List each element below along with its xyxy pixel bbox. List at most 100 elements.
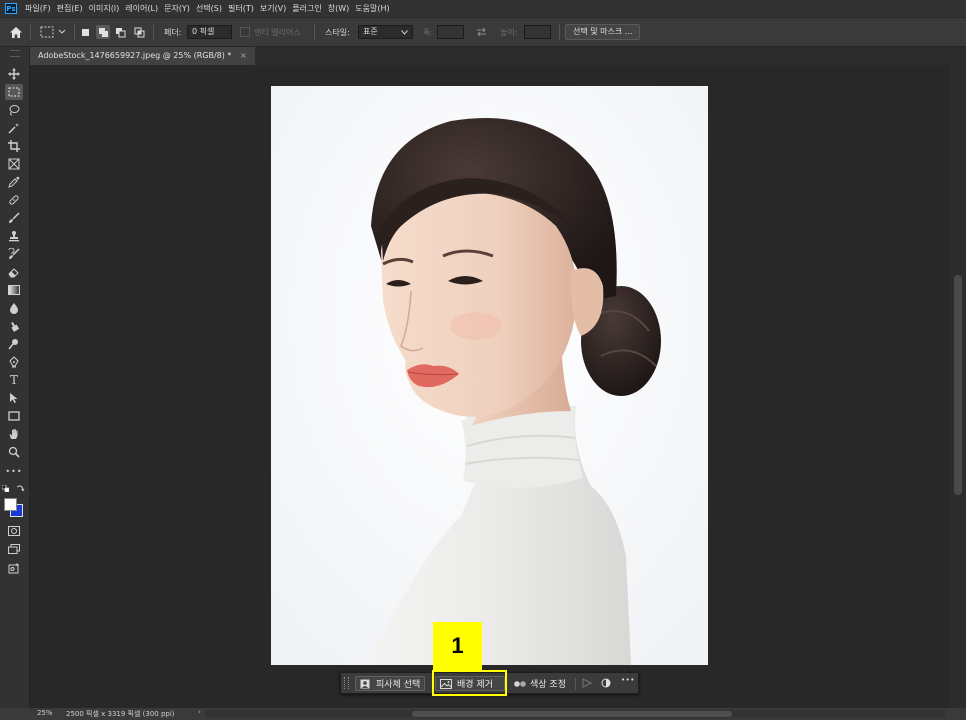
- marquee-preset-picker[interactable]: [40, 18, 68, 46]
- taskbar-drag-handle[interactable]: [344, 677, 349, 689]
- menu-type[interactable]: 문자(Y): [161, 3, 193, 14]
- document-tab-bar: AdobeStock_1476659927.jpeg @ 25% (RGB/8)…: [30, 47, 966, 65]
- quick-mask-button[interactable]: [5, 523, 23, 539]
- blur-tool[interactable]: [5, 300, 23, 316]
- menu-view[interactable]: 보기(V): [257, 3, 289, 14]
- gradient-icon: [8, 285, 20, 295]
- antialias-checkbox[interactable]: 앤티 앨리어스: [240, 18, 301, 46]
- edit-toolbar-button[interactable]: •••: [5, 463, 23, 479]
- default-colors-button[interactable]: [1, 484, 10, 493]
- height-input[interactable]: [524, 25, 551, 39]
- style-label: 스타일:: [325, 27, 350, 37]
- person-icon: [360, 679, 370, 688]
- gradient-tool[interactable]: [5, 282, 23, 298]
- menu-file[interactable]: 파일(F): [22, 3, 54, 14]
- lasso-tool[interactable]: [5, 102, 23, 118]
- crop-icon: [8, 140, 20, 152]
- menu-filter[interactable]: 필터(T): [225, 3, 257, 14]
- eraser-tool[interactable]: [5, 264, 23, 280]
- magnifier-icon: [8, 446, 20, 458]
- style-dropdown[interactable]: 표준: [358, 25, 413, 39]
- color-adjust-button[interactable]: 색상 조정: [510, 676, 570, 691]
- add-selection-icon: [98, 27, 108, 37]
- rect-marquee-tool[interactable]: [5, 84, 23, 100]
- more-options-icon[interactable]: •••: [621, 676, 635, 684]
- brush-tool[interactable]: [5, 210, 23, 226]
- checkbox-box: [240, 27, 250, 37]
- screen-mode-button[interactable]: [5, 541, 23, 557]
- antialias-label: 앤티 앨리어스: [254, 27, 301, 37]
- brush-icon: [9, 212, 20, 223]
- scrollbar-thumb[interactable]: [954, 275, 962, 495]
- subtract-selection-icon: [116, 27, 126, 37]
- menu-window[interactable]: 창(W): [325, 3, 353, 14]
- step-number-badge: 1: [433, 622, 482, 670]
- smudge-icon: [11, 322, 20, 332]
- object-selection-tool[interactable]: [5, 120, 23, 136]
- transform-selection-button[interactable]: [581, 677, 593, 692]
- stamp-icon: [9, 231, 19, 242]
- arrow-cursor-icon: [10, 393, 18, 403]
- width-label: 폭:: [423, 27, 434, 37]
- zoom-tool[interactable]: [5, 444, 23, 460]
- h-scrollbar-thumb[interactable]: [412, 711, 732, 717]
- document-canvas[interactable]: [271, 86, 708, 665]
- menu-layer[interactable]: 레이어(L): [122, 3, 161, 14]
- menu-help[interactable]: 도움말(H): [352, 3, 392, 14]
- select-and-mask-button[interactable]: 선택 및 마스크 ...: [565, 24, 641, 40]
- height-label: 높이:: [500, 27, 518, 37]
- horizontal-scrollbar[interactable]: [205, 710, 945, 718]
- crop-tool[interactable]: [5, 138, 23, 154]
- status-bar: 25% 2500 픽셀 x 3319 픽셀 (300 ppi) ›: [0, 708, 966, 720]
- toolbar-collapse-handle[interactable]: [10, 50, 20, 57]
- document-tab[interactable]: AdobeStock_1476659927.jpeg @ 25% (RGB/8)…: [30, 47, 255, 65]
- feather-label: 페더:: [164, 27, 182, 37]
- history-brush-icon: [8, 248, 20, 259]
- document-info: 2500 픽셀 x 3319 픽셀 (300 ppi): [66, 710, 175, 718]
- dodge-tool-alt[interactable]: [5, 318, 23, 334]
- type-tool[interactable]: T: [5, 372, 23, 388]
- photoshop-logo: Ps: [5, 3, 17, 14]
- rectangle-tool[interactable]: [5, 408, 23, 424]
- select-subject-button[interactable]: 피사체 선택: [355, 676, 426, 691]
- spot-healing-tool[interactable]: [5, 192, 23, 208]
- tools-panel: T •••: [0, 47, 30, 708]
- dodge-tool[interactable]: [5, 336, 23, 352]
- swap-colors-button[interactable]: [16, 484, 25, 493]
- dodge-icon: [8, 339, 18, 350]
- path-selection-tool[interactable]: [5, 390, 23, 406]
- home-button[interactable]: [9, 18, 23, 46]
- generative-ai-button[interactable]: [5, 560, 23, 576]
- hand-tool[interactable]: [5, 426, 23, 442]
- frame-tool[interactable]: [5, 156, 23, 172]
- chevron-right-icon[interactable]: ›: [198, 708, 201, 716]
- eyedropper-tool[interactable]: [5, 174, 23, 190]
- swap-dimensions-button[interactable]: [476, 18, 487, 46]
- step-highlight-frame: [432, 670, 507, 696]
- feather-input[interactable]: 0 픽셀: [187, 25, 232, 39]
- selection-mode-intersect[interactable]: [134, 18, 145, 46]
- menu-image[interactable]: 이미지(I): [86, 3, 123, 14]
- move-tool[interactable]: [5, 66, 23, 82]
- foreground-color-swatch[interactable]: [4, 498, 17, 511]
- width-input[interactable]: [437, 25, 464, 39]
- screen-mode-icon: [8, 544, 20, 554]
- close-tab-icon[interactable]: ×: [240, 51, 247, 60]
- zoom-level[interactable]: 25%: [37, 709, 53, 717]
- menu-edit[interactable]: 편집(E): [54, 3, 86, 14]
- menu-plugins[interactable]: 플러그인: [289, 3, 324, 14]
- selection-mode-add[interactable]: [96, 18, 110, 46]
- clone-stamp-tool[interactable]: [5, 228, 23, 244]
- menu-select[interactable]: 선택(S): [193, 3, 225, 14]
- color-adjust-label: 색상 조정: [530, 680, 566, 690]
- fill-selection-button[interactable]: [601, 678, 611, 691]
- intersect-selection-icon: [134, 27, 145, 37]
- menu-bar: Ps 파일(F) 편집(E) 이미지(I) 레이어(L) 문자(Y) 선택(S)…: [0, 0, 966, 17]
- history-brush-tool[interactable]: [5, 246, 23, 262]
- chevron-down-icon: [401, 29, 408, 35]
- vertical-scrollbar[interactable]: [950, 65, 966, 708]
- selection-mode-new[interactable]: [80, 18, 91, 46]
- pen-tool[interactable]: [5, 354, 23, 370]
- document-tab-title: AdobeStock_1476659927.jpeg @ 25% (RGB/8)…: [38, 51, 232, 60]
- selection-mode-subtract[interactable]: [115, 18, 126, 46]
